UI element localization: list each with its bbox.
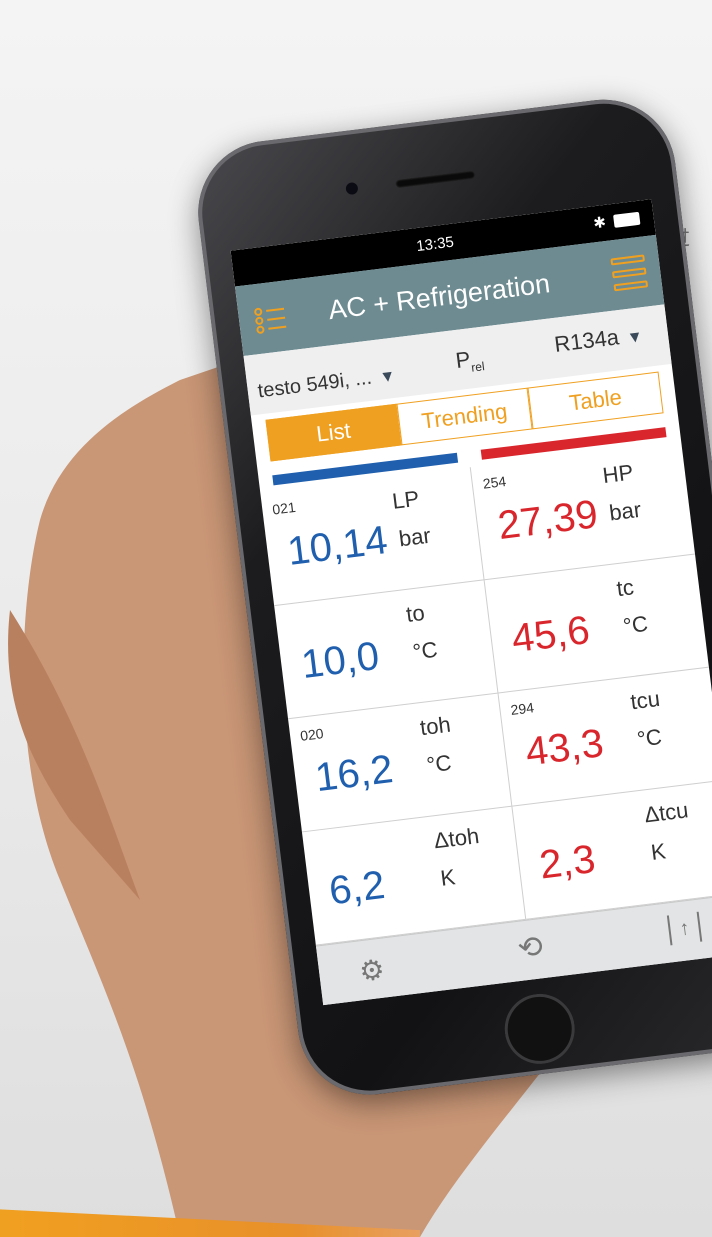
reading-unit: bar bbox=[607, 496, 643, 526]
reading-value: 6,2 bbox=[326, 862, 388, 914]
clock: 13:35 bbox=[415, 233, 455, 256]
reading-value: 10,0 bbox=[298, 633, 382, 688]
pressure-label: P bbox=[454, 346, 472, 374]
reading-unit: °C bbox=[425, 749, 453, 778]
export-icon[interactable]: ↑ bbox=[666, 911, 703, 946]
pressure-sub: rel bbox=[470, 359, 486, 375]
gear-icon[interactable]: ⚙ bbox=[357, 953, 387, 989]
tab-trending[interactable]: Trending bbox=[396, 387, 533, 446]
reading-value: 2,3 bbox=[537, 837, 598, 888]
reading-id: 294 bbox=[509, 699, 535, 719]
reading-id: 021 bbox=[271, 498, 297, 518]
device-select[interactable]: testo 549i, ... ▼ bbox=[257, 364, 397, 404]
readings-grid: 021 10,14 LP bar 254 27,39 HP bar 10,0 t… bbox=[258, 419, 712, 946]
reading-name: Δtoh bbox=[432, 822, 481, 854]
refrigerant-select[interactable]: R134a ▼ bbox=[553, 321, 644, 358]
reading-id: 020 bbox=[299, 725, 325, 744]
reading-name: Δtcu bbox=[642, 797, 690, 828]
reading-unit: K bbox=[439, 864, 457, 891]
reading-value: 43,3 bbox=[523, 721, 606, 775]
app-title: AC + Refrigeration bbox=[326, 268, 552, 326]
chevron-down-icon: ▼ bbox=[378, 367, 397, 387]
phone: 13:35 ✱ AC + Refrigeration testo 549i, .… bbox=[190, 91, 712, 1103]
reading-unit: °C bbox=[635, 723, 664, 752]
measurement-menu-icon[interactable] bbox=[253, 305, 287, 335]
tab-list[interactable]: List bbox=[265, 403, 402, 462]
reading-unit: K bbox=[649, 838, 668, 865]
reset-icon[interactable]: ⟲ bbox=[516, 929, 545, 967]
reading-name: to bbox=[404, 599, 426, 628]
reading-value: 16,2 bbox=[312, 747, 396, 801]
reading-name: HP bbox=[601, 459, 635, 489]
reading-name: tc bbox=[615, 574, 636, 602]
reading-unit: °C bbox=[621, 610, 650, 639]
reading-name: tcu bbox=[629, 685, 662, 715]
tab-table[interactable]: Table bbox=[527, 371, 664, 430]
orange-strip bbox=[0, 1209, 420, 1237]
bluetooth-icon: ✱ bbox=[592, 213, 607, 233]
reading-value: 45,6 bbox=[509, 608, 593, 662]
reading-name: toh bbox=[418, 711, 453, 741]
refrigerant-label: R134a bbox=[552, 324, 621, 357]
main-menu-icon[interactable] bbox=[610, 254, 649, 292]
reading-id: 254 bbox=[481, 473, 508, 492]
reading-unit: bar bbox=[397, 522, 433, 552]
reading-value: 10,14 bbox=[285, 518, 390, 574]
pressure-mode[interactable]: Prel bbox=[454, 345, 485, 377]
reading-name: LP bbox=[390, 485, 421, 514]
reading-value: 27,39 bbox=[495, 492, 601, 549]
device-label: testo 549i, ... bbox=[256, 366, 373, 403]
battery-icon bbox=[613, 211, 641, 228]
reading-unit: °C bbox=[411, 636, 439, 665]
chevron-down-icon: ▼ bbox=[626, 328, 644, 348]
